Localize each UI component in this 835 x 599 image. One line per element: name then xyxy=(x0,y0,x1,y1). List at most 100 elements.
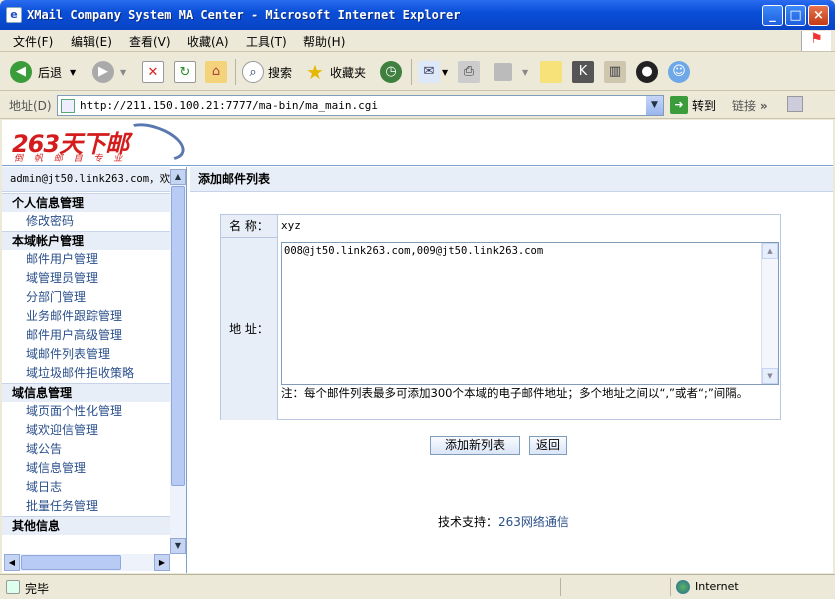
sidebar-horizontal-scrollbar[interactable]: ◀ ▶ xyxy=(4,554,170,571)
support-label: 技术支持： xyxy=(438,515,499,529)
home-icon: ⌂ xyxy=(205,61,227,83)
sidebar-item-welcome-letter[interactable]: 域欢迎信管理 xyxy=(2,421,170,440)
sidebar-item-domain-info[interactable]: 域信息管理 xyxy=(2,459,170,478)
status-text: 完毕 xyxy=(25,582,50,596)
address-dropdown-icon[interactable]: ▼ xyxy=(646,96,663,115)
messenger-icon: ☺ xyxy=(668,61,690,83)
k-button[interactable]: K xyxy=(572,59,594,85)
page-icon xyxy=(61,99,75,113)
sidebar-item-mail-users[interactable]: 邮件用户管理 xyxy=(2,250,170,269)
search-icon: ⌕ xyxy=(242,61,264,83)
home-button[interactable]: ⌂ xyxy=(205,59,227,85)
go-label: 转到 xyxy=(692,98,717,113)
scroll-left-icon[interactable]: ◀ xyxy=(4,554,20,571)
addresses-text[interactable]: 008@jt50.link263.com,009@jt50.link263.co… xyxy=(284,245,543,257)
user-greeting: admin@jt50.link263.com，欢 xyxy=(2,167,170,192)
scroll-thumb[interactable] xyxy=(171,186,185,486)
search-label: 搜索 xyxy=(268,65,293,80)
note-button[interactable] xyxy=(540,59,562,85)
scroll-down-icon[interactable]: ▼ xyxy=(170,538,186,554)
tech-support: 技术支持：263网络通信 xyxy=(438,513,569,530)
sidebar-item-batch-tasks[interactable]: 批量任务管理 xyxy=(2,497,170,516)
print-button[interactable]: ⎙ xyxy=(458,59,480,85)
menu-help[interactable]: 帮助(H) xyxy=(303,33,345,50)
menu-favorites[interactable]: 收藏(A) xyxy=(187,33,229,50)
sidebar-item-mailing-lists[interactable]: 域邮件列表管理 xyxy=(2,345,170,364)
logo-swoosh xyxy=(118,116,190,168)
mail-button[interactable]: ✉ ▼ xyxy=(418,59,448,85)
addresses-textarea[interactable]: 008@jt50.link263.com,009@jt50.link263.co… xyxy=(281,242,779,385)
site-banner: 263天下邮 倒 帆 邮 自 专 业 xyxy=(2,116,833,168)
favorites-button[interactable]: ★ 收藏夹 xyxy=(304,59,366,85)
close-button[interactable]: × xyxy=(808,5,829,26)
address-input[interactable]: http://211.150.100.21:7777/ma-bin/ma_mai… xyxy=(57,95,664,116)
sidebar-item-spam-policy[interactable]: 域垃圾邮件拒收策略 xyxy=(2,364,170,383)
qq-button[interactable]: ● xyxy=(636,59,658,85)
menu-file[interactable]: 文件(F) xyxy=(13,33,53,50)
sidebar-item-mail-tracking[interactable]: 业务邮件跟踪管理 xyxy=(2,307,170,326)
history-button[interactable]: ◷ xyxy=(380,59,402,85)
address-field-label: 地 址： xyxy=(221,238,278,420)
sidebar-item-domain-log[interactable]: 域日志 xyxy=(2,478,170,497)
dropdown-arrow-icon[interactable]: ▼ xyxy=(120,68,126,77)
search-button[interactable]: ⌕ 搜索 xyxy=(242,59,292,85)
address-url[interactable]: http://211.150.100.21:7777/ma-bin/ma_mai… xyxy=(80,99,378,112)
messenger-button[interactable]: ☺ xyxy=(668,59,690,85)
left-frame: admin@jt50.link263.com，欢 个人信息管理 修改密码 本域帐… xyxy=(2,167,187,573)
dropdown-arrow-icon[interactable]: ▼ xyxy=(70,68,76,77)
menu-edit[interactable]: 编辑(E) xyxy=(71,33,112,50)
status-bar: 完毕 Internet xyxy=(0,574,835,599)
stop-button[interactable]: ✕ xyxy=(142,59,164,85)
go-button[interactable]: ➜ 转到 xyxy=(670,96,716,114)
menu-view[interactable]: 查看(V) xyxy=(129,33,171,50)
research-button[interactable]: ▥ xyxy=(604,59,626,85)
support-link[interactable]: 263网络通信 xyxy=(498,515,569,529)
scroll-up-icon[interactable]: ▲ xyxy=(762,243,778,259)
refresh-button[interactable]: ↻ xyxy=(174,59,196,85)
dropdown-arrow-icon[interactable]: ▼ xyxy=(522,68,528,77)
scroll-up-icon[interactable]: ▲ xyxy=(170,169,186,185)
back-link-button[interactable]: 返回 xyxy=(529,436,568,455)
links-button[interactable]: 链接 » xyxy=(732,97,768,114)
books-icon: ▥ xyxy=(604,61,626,83)
sidebar-item-announcements[interactable]: 域公告 xyxy=(2,440,170,459)
toolbar: ◀ 后退 ▼ ▶ ▼ ✕ ↻ ⌂ ⌕ 搜索 ★ 收藏夹 ◷ ✉ ▼ ⎙ ▼ K ▥… xyxy=(0,53,835,91)
sidebar-section-domain-info: 域信息管理 xyxy=(2,383,170,402)
add-list-form: 名 称： xyz 地 址： 008@jt50.link263.com,009@j… xyxy=(220,214,781,420)
back-button[interactable]: ◀ 后退 ▼ xyxy=(10,59,76,85)
sidebar-item-change-password[interactable]: 修改密码 xyxy=(2,212,170,231)
main-frame: 添加邮件列表 名 称： xyz 地 址： 008@jt50.link263.co… xyxy=(190,167,833,573)
sidebar-item-page-customization[interactable]: 域页面个性化管理 xyxy=(2,402,170,421)
back-label: 后退 xyxy=(38,65,63,80)
dropdown-arrow-icon[interactable]: ▼ xyxy=(442,68,448,77)
favorites-label: 收藏夹 xyxy=(330,65,367,80)
sidebar-item-domain-admins[interactable]: 域管理员管理 xyxy=(2,269,170,288)
scroll-down-icon[interactable]: ▼ xyxy=(762,368,778,384)
edit-button[interactable]: ▼ xyxy=(494,59,528,85)
status-cells xyxy=(560,578,670,596)
sidebar-vertical-scrollbar[interactable]: ▲ ▼ xyxy=(170,169,186,554)
forward-button[interactable]: ▶ ▼ xyxy=(92,59,126,85)
name-field[interactable]: xyz xyxy=(281,219,301,232)
sidebar-item-advanced-users[interactable]: 邮件用户高级管理 xyxy=(2,326,170,345)
note-icon xyxy=(540,61,562,83)
toolbar-extra-icon[interactable] xyxy=(787,96,803,112)
add-list-button[interactable]: 添加新列表 xyxy=(430,436,521,455)
page-title: 添加邮件列表 xyxy=(190,167,833,192)
scroll-right-icon[interactable]: ▶ xyxy=(154,554,170,571)
star-icon: ★ xyxy=(306,60,324,84)
scroll-thumb[interactable] xyxy=(21,555,121,570)
address-bar: 地址(D) http://211.150.100.21:7777/ma-bin/… xyxy=(0,92,835,119)
maximize-button[interactable]: □ xyxy=(785,5,806,26)
penguin-icon: ● xyxy=(636,61,658,83)
sidebar-section-accounts: 本域帐户管理 xyxy=(2,231,170,250)
back-arrow-icon: ◀ xyxy=(10,61,32,83)
textarea-scrollbar[interactable]: ▲ ▼ xyxy=(761,243,778,384)
sidebar-item-departments[interactable]: 分部门管理 xyxy=(2,288,170,307)
menu-tools[interactable]: 工具(T) xyxy=(246,33,287,50)
minimize-button[interactable]: _ xyxy=(762,5,783,26)
go-arrow-icon: ➜ xyxy=(670,96,688,114)
print-icon: ⎙ xyxy=(458,61,480,83)
refresh-icon: ↻ xyxy=(174,61,196,83)
address-label: 地址(D) xyxy=(9,99,52,113)
